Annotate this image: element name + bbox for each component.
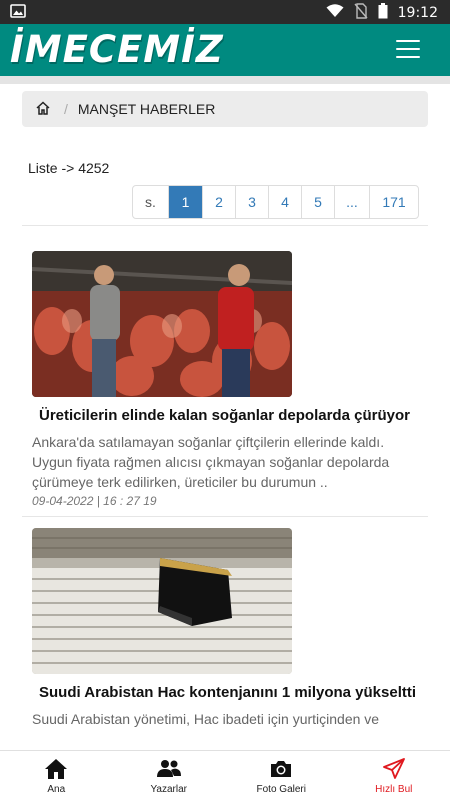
nav-photo-gallery[interactable]: Foto Galeri (225, 751, 338, 800)
divider (22, 225, 428, 226)
nav-authors-label: Yazarlar (150, 784, 188, 795)
article-title[interactable]: Üreticilerin elinde kalan soğanlar depol… (32, 404, 422, 427)
site-logo[interactable]: İMECEMİZ (10, 28, 224, 71)
menu-icon-bar (396, 48, 420, 50)
header-shadow (0, 76, 450, 84)
users-icon (156, 760, 181, 777)
status-time: 19:12 (397, 5, 438, 21)
pagination-page-4[interactable]: 4 (269, 186, 302, 218)
article-card[interactable]: Üreticilerin elinde kalan soğanlar depol… (32, 251, 422, 508)
hamburger-menu-button[interactable] (396, 40, 420, 60)
nav-home-label: Ana (47, 784, 66, 795)
pagination-prev[interactable]: s. (133, 186, 169, 218)
article-image[interactable] (32, 251, 292, 397)
nav-photo-gallery-label: Foto Galeri (256, 784, 306, 795)
camera-icon (271, 761, 292, 777)
divider (22, 516, 428, 517)
pagination-page-5[interactable]: 5 (302, 186, 335, 218)
no-sim-icon (354, 3, 368, 23)
pagination-page-2[interactable]: 2 (203, 186, 236, 218)
home-icon (45, 759, 68, 779)
pagination: s. 1 2 3 4 5 ... 171 (132, 185, 419, 219)
breadcrumb-separator: / (64, 101, 68, 117)
nav-authors[interactable]: Yazarlar (113, 751, 226, 800)
send-icon (382, 758, 405, 779)
menu-icon (396, 40, 420, 42)
article-date: 09-04-2022 | 16 : 27 19 (32, 494, 157, 508)
pagination-page-1[interactable]: 1 (169, 186, 203, 218)
bottom-navigation: Ana Yazarlar Foto Galeri Hızlı Bul (0, 750, 450, 800)
article-summary: Suudi Arabistan yönetimi, Hac ibadeti iç… (32, 711, 380, 727)
list-count: Liste -> 4252 (28, 160, 110, 176)
breadcrumb-current: MANŞET HABERLER (77, 101, 216, 117)
menu-icon-bar (396, 56, 420, 58)
article-summary: Ankara'da satılamayan soğanlar çiftçiler… (32, 434, 390, 490)
pagination-page-3[interactable]: 3 (236, 186, 269, 218)
breadcrumb: / MANŞET HABERLER (22, 91, 428, 127)
app-header: İMECEMİZ (0, 24, 450, 76)
home-icon[interactable] (36, 100, 50, 118)
article-card[interactable]: Suudi Arabistan Hac kontenjanını 1 milyo… (32, 528, 422, 729)
image-notification-icon (10, 4, 26, 22)
nav-home[interactable]: Ana (0, 751, 113, 800)
nav-quick-find[interactable]: Hızlı Bul (338, 751, 450, 800)
article-image[interactable] (32, 528, 292, 674)
pagination-last-page[interactable]: 171 (370, 186, 418, 218)
nav-quick-find-label: Hızlı Bul (375, 784, 413, 795)
main-content[interactable]: / MANŞET HABERLER Liste -> 4252 s. 1 2 3… (12, 84, 438, 750)
status-bar: 19:12 (0, 0, 450, 24)
battery-icon (378, 3, 388, 23)
article-title[interactable]: Suudi Arabistan Hac kontenjanını 1 milyo… (32, 681, 422, 704)
pagination-ellipsis[interactable]: ... (335, 186, 370, 218)
wifi-icon (326, 4, 344, 22)
